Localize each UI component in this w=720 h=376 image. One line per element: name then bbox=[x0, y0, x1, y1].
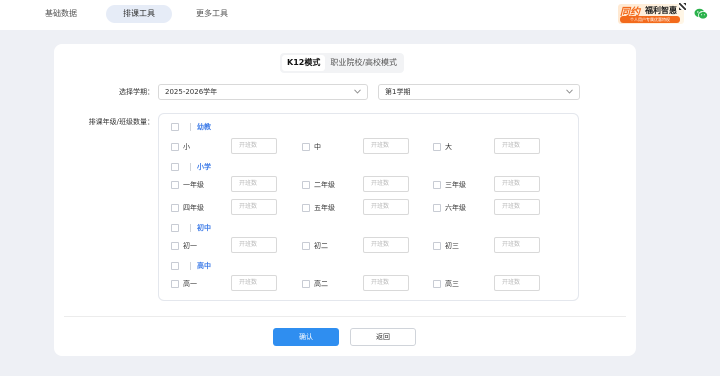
grades-panel: 幼教 小 开班数 中 开班数 大 开班数 小学 一年级 开班数 二年级 开班数 … bbox=[158, 113, 579, 301]
semester-select-value: 第1学期 bbox=[385, 88, 411, 96]
term-label: 选择学期： bbox=[119, 88, 154, 96]
class-count-input[interactable]: 开班数 bbox=[494, 199, 540, 215]
back-button[interactable]: 返回 bbox=[350, 328, 416, 346]
grade-label: 六年级 bbox=[445, 204, 466, 212]
group-title-kinder: 幼教 bbox=[197, 123, 211, 131]
grade-checkbox[interactable] bbox=[302, 204, 310, 212]
grade-checkbox[interactable] bbox=[171, 280, 179, 288]
grade-checkbox[interactable] bbox=[433, 143, 441, 151]
grade-label: 高二 bbox=[314, 280, 328, 288]
group-title-junior: 初中 bbox=[197, 224, 211, 232]
grade-label: 中 bbox=[314, 143, 321, 151]
footer-divider bbox=[64, 316, 626, 317]
grade-checkbox[interactable] bbox=[433, 204, 441, 212]
checkered-flag-icon bbox=[679, 3, 686, 10]
grade-checkbox[interactable] bbox=[433, 280, 441, 288]
class-count-input[interactable]: 开班数 bbox=[231, 237, 277, 253]
grade-label: 初一 bbox=[183, 242, 197, 250]
class-count-input[interactable]: 开班数 bbox=[231, 176, 277, 192]
group-separator bbox=[190, 262, 191, 270]
grade-label: 初三 bbox=[445, 242, 459, 250]
mode-switch: K12模式 职业院校/高校模式 bbox=[280, 53, 405, 73]
group-title-senior: 高中 bbox=[197, 262, 211, 270]
grade-checkbox[interactable] bbox=[302, 280, 310, 288]
grade-label: 一年级 bbox=[183, 181, 204, 189]
class-count-input[interactable]: 开班数 bbox=[363, 138, 409, 154]
grade-label: 五年级 bbox=[314, 204, 335, 212]
grade-checkbox[interactable] bbox=[171, 143, 179, 151]
promo-banner[interactable]: 同约 福利智惠 个人用户专属优惠特权 bbox=[618, 2, 686, 26]
class-count-input[interactable]: 开班数 bbox=[231, 275, 277, 291]
class-count-input[interactable]: 开班数 bbox=[231, 199, 277, 215]
class-count-input[interactable]: 开班数 bbox=[494, 275, 540, 291]
grade-label: 二年级 bbox=[314, 181, 335, 189]
grade-label: 高一 bbox=[183, 280, 197, 288]
chevron-down-icon bbox=[354, 89, 361, 94]
grade-checkbox[interactable] bbox=[171, 242, 179, 250]
group-checkbox-junior[interactable] bbox=[171, 224, 179, 232]
top-nav: 基础数据 排课工具 更多工具 同约 福利智惠 个人用户专属优惠特权 bbox=[0, 0, 720, 30]
tab-vocational-mode[interactable]: 职业院校/高校模式 bbox=[325, 55, 402, 71]
class-count-input[interactable]: 开班数 bbox=[494, 176, 540, 192]
group-separator bbox=[190, 123, 191, 131]
group-checkbox-senior[interactable] bbox=[171, 262, 179, 270]
tab-k12-mode[interactable]: K12模式 bbox=[282, 55, 326, 71]
class-count-input[interactable]: 开班数 bbox=[363, 275, 409, 291]
grade-label: 初二 bbox=[314, 242, 328, 250]
group-separator bbox=[190, 224, 191, 232]
grade-checkbox[interactable] bbox=[171, 204, 179, 212]
class-count-input[interactable]: 开班数 bbox=[494, 237, 540, 253]
main-card: K12模式 职业院校/高校模式 选择学期： 2025-2026学年 第1学期 排… bbox=[54, 44, 636, 356]
group-title-primary: 小学 bbox=[197, 163, 211, 171]
class-count-input[interactable]: 开班数 bbox=[231, 138, 277, 154]
year-select[interactable]: 2025-2026学年 bbox=[158, 84, 368, 100]
grade-label: 四年级 bbox=[183, 204, 204, 212]
promo-title: 福利智惠 bbox=[645, 6, 677, 15]
grade-checkbox[interactable] bbox=[302, 242, 310, 250]
promo-subtitle: 个人用户专属优惠特权 bbox=[620, 16, 680, 23]
class-count-input[interactable]: 开班数 bbox=[363, 237, 409, 253]
grade-label: 小 bbox=[183, 143, 190, 151]
grades-label: 排课年级/班级数量： bbox=[88, 118, 154, 126]
grade-checkbox[interactable] bbox=[302, 143, 310, 151]
grade-label: 三年级 bbox=[445, 181, 466, 189]
semester-select[interactable]: 第1学期 bbox=[378, 84, 580, 100]
nav-tab-basic-data[interactable]: 基础数据 bbox=[36, 5, 86, 23]
group-separator bbox=[190, 163, 191, 171]
grade-label: 高三 bbox=[445, 280, 459, 288]
grade-checkbox[interactable] bbox=[433, 181, 441, 189]
grade-checkbox[interactable] bbox=[171, 181, 179, 189]
grade-checkbox[interactable] bbox=[302, 181, 310, 189]
wechat-icon[interactable] bbox=[694, 8, 708, 20]
grade-label: 大 bbox=[445, 143, 452, 151]
group-checkbox-kinder[interactable] bbox=[171, 123, 179, 131]
nav-tab-scheduling-tools[interactable]: 排课工具 bbox=[106, 5, 172, 23]
group-checkbox-primary[interactable] bbox=[171, 163, 179, 171]
nav-tab-more-tools[interactable]: 更多工具 bbox=[187, 5, 237, 23]
class-count-input[interactable]: 开班数 bbox=[363, 199, 409, 215]
class-count-input[interactable]: 开班数 bbox=[494, 138, 540, 154]
confirm-button[interactable]: 确认 bbox=[273, 328, 339, 346]
grade-checkbox[interactable] bbox=[433, 242, 441, 250]
year-select-value: 2025-2026学年 bbox=[165, 88, 218, 96]
chevron-down-icon bbox=[566, 89, 573, 94]
class-count-input[interactable]: 开班数 bbox=[363, 176, 409, 192]
